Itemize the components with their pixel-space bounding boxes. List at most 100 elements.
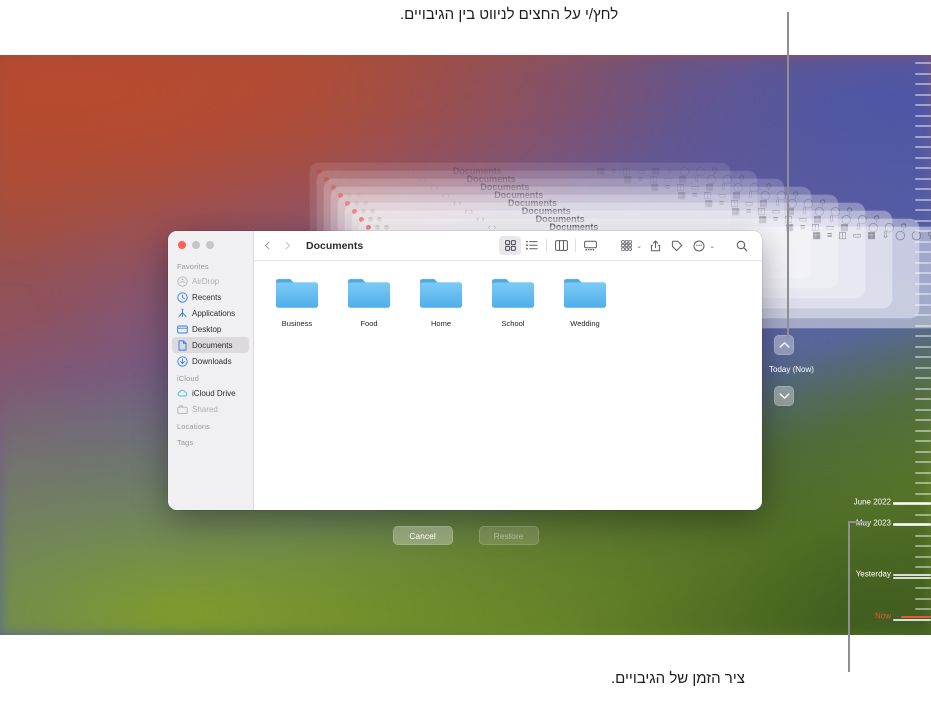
timeline-tick[interactable]: [915, 303, 931, 306]
chevron-right-icon[interactable]: [283, 241, 292, 250]
timeline-tick-major[interactable]: [893, 574, 931, 576]
view-mode-group[interactable]: [499, 236, 601, 255]
timeline-tick[interactable]: [915, 125, 931, 127]
timeline-tick[interactable]: [915, 167, 931, 169]
file-item[interactable]: Wedding: [562, 275, 608, 328]
timeline-tick[interactable]: [915, 72, 931, 75]
timeline-tick[interactable]: [915, 597, 931, 600]
timeline-tick[interactable]: [915, 324, 931, 327]
timeline-label[interactable]: May 2023: [856, 519, 891, 528]
timeline-tick[interactable]: [915, 240, 931, 243]
finder-window[interactable]: Favorites AirDrop Recents Applications D…: [168, 231, 762, 510]
backup-timeline[interactable]: June 2022 May 2023 Yesterday Now: [840, 55, 931, 635]
timeline-label[interactable]: Yesterday: [856, 570, 891, 579]
timeline-tick[interactable]: [915, 387, 931, 390]
close-button[interactable]: [178, 241, 186, 249]
timeline-tick[interactable]: [915, 345, 931, 348]
timeline-tick-major[interactable]: [893, 502, 931, 504]
timeline-tick[interactable]: [915, 566, 931, 568]
timeline-tick[interactable]: [915, 272, 931, 274]
zoom-button[interactable]: [206, 241, 214, 249]
timeline-tick[interactable]: [915, 366, 931, 369]
finder-toolbar[interactable]: Documents ⌄ ⌄: [254, 231, 762, 261]
timeline-tick[interactable]: [915, 230, 931, 232]
list-view-icon[interactable]: [521, 236, 543, 255]
timeline-tick[interactable]: [915, 555, 931, 558]
group-by-icon[interactable]: [615, 236, 637, 255]
sidebar-item-icloud-drive[interactable]: iCloud Drive: [172, 385, 249, 401]
sidebar-item-downloads[interactable]: Downloads: [172, 353, 249, 369]
navigate-back-in-time-button[interactable]: [774, 335, 794, 355]
icon-view-icon[interactable]: [499, 236, 522, 255]
timeline-tick[interactable]: [915, 482, 931, 484]
file-item[interactable]: Home: [418, 275, 464, 328]
timeline-tick[interactable]: [915, 114, 931, 117]
timeline-tick[interactable]: [915, 398, 931, 400]
chevron-left-icon[interactable]: [263, 241, 272, 250]
chevron-down-icon[interactable]: ⌄: [709, 242, 715, 250]
timeline-tick[interactable]: [915, 146, 931, 148]
file-item[interactable]: School: [490, 275, 536, 328]
timeline-tick[interactable]: [915, 450, 931, 453]
more-actions-icon[interactable]: [688, 236, 710, 255]
timeline-label[interactable]: June 2022: [854, 498, 891, 507]
sidebar-item-applications[interactable]: Applications: [172, 305, 249, 321]
timeline-tick[interactable]: [915, 587, 931, 589]
sidebar-item-airdrop[interactable]: AirDrop: [172, 273, 249, 289]
nav-buttons[interactable]: [263, 241, 292, 250]
search-icon[interactable]: [731, 236, 753, 255]
timeline-tick[interactable]: [915, 513, 931, 516]
timeline-tick[interactable]: [915, 534, 931, 537]
timeline-tick[interactable]: [915, 293, 931, 295]
timeline-tick[interactable]: [915, 408, 931, 411]
timeline-tick[interactable]: [915, 419, 931, 421]
timeline-tick[interactable]: [893, 576, 931, 579]
timeline-tick[interactable]: [915, 219, 931, 222]
timeline-tick[interactable]: [915, 471, 931, 474]
timeline-tick[interactable]: [915, 188, 931, 190]
navigate-forward-in-time-button[interactable]: [774, 386, 794, 406]
tag-icon[interactable]: [666, 236, 688, 255]
sidebar-item-recents[interactable]: Recents: [172, 289, 249, 305]
timeline-tick-major[interactable]: [901, 616, 931, 618]
timeline-tick[interactable]: [915, 356, 931, 358]
timeline-tick[interactable]: [915, 156, 931, 159]
share-icon[interactable]: [644, 236, 666, 255]
timeline-tick[interactable]: [915, 377, 931, 379]
timeline-tick-major[interactable]: [893, 523, 931, 525]
timeline-tick[interactable]: [915, 251, 931, 253]
cancel-button[interactable]: Cancel: [392, 526, 453, 545]
column-view-icon[interactable]: [550, 236, 572, 255]
timeline-tick[interactable]: [915, 492, 931, 495]
timeline-tick[interactable]: [915, 83, 931, 85]
timeline-tick[interactable]: [915, 261, 931, 264]
timeline-tick[interactable]: [915, 209, 931, 211]
sidebar-item-shared[interactable]: Shared: [172, 401, 249, 417]
file-grid[interactable]: Business Food Home School Wedding: [254, 261, 762, 510]
timeline-tick[interactable]: [915, 282, 931, 285]
timeline-tick[interactable]: [915, 135, 931, 138]
timeline-tick[interactable]: [915, 177, 931, 180]
timeline-tick[interactable]: [915, 104, 931, 106]
sidebar-item-documents[interactable]: Documents: [172, 337, 249, 353]
timeline-label[interactable]: Now: [875, 612, 891, 621]
timeline-tick[interactable]: [915, 314, 931, 316]
minimize-button[interactable]: [192, 241, 200, 249]
timeline-tick[interactable]: [915, 335, 931, 337]
finder-sidebar[interactable]: Favorites AirDrop Recents Applications D…: [168, 231, 254, 510]
file-item[interactable]: Food: [346, 275, 392, 328]
window-traffic-lights[interactable]: [178, 241, 214, 249]
timeline-tick[interactable]: [915, 198, 931, 201]
timeline-tick[interactable]: [915, 461, 931, 463]
timeline-tick[interactable]: [893, 618, 931, 621]
sidebar-item-desktop[interactable]: Desktop: [172, 321, 249, 337]
file-item[interactable]: Business: [274, 275, 320, 328]
timeline-tick[interactable]: [915, 608, 931, 610]
timeline-tick[interactable]: [915, 93, 931, 96]
chevron-down-icon[interactable]: ⌄: [636, 242, 642, 250]
timeline-tick[interactable]: [915, 545, 931, 547]
timeline-tick[interactable]: [915, 429, 931, 432]
action-buttons[interactable]: Cancel Restore: [0, 526, 931, 545]
timeline-tick[interactable]: [915, 440, 931, 442]
toolbar-right-group[interactable]: ⌄ ⌄: [499, 236, 753, 255]
